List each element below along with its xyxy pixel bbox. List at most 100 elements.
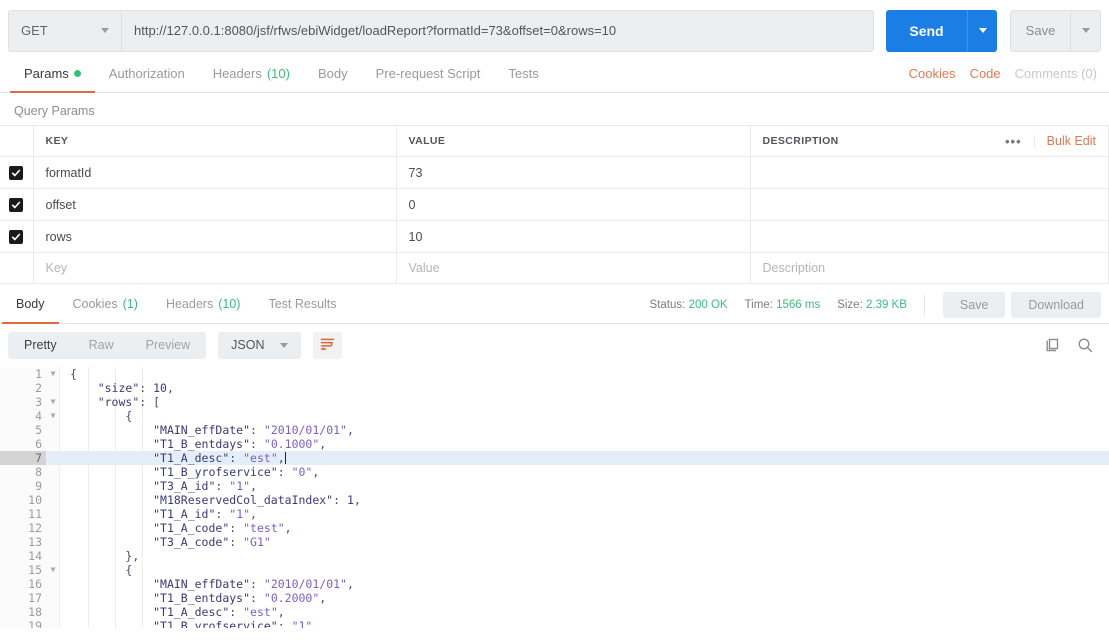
code-text: "T1_A_desc": "est", — [153, 451, 286, 465]
code-line[interactable]: 14 }, — [0, 549, 1109, 563]
tab-pre-request-script-label: Pre-request Script — [375, 66, 481, 81]
response-save-button[interactable]: Save — [942, 291, 1006, 318]
code-line[interactable]: 11 "T1_A_id": "1", — [0, 507, 1109, 521]
view-pretty-button[interactable]: Pretty — [8, 332, 73, 359]
code-line[interactable]: 15 ▼ { — [0, 563, 1109, 577]
code-line[interactable]: 8 "T1_B_yrofservice": "0", — [0, 465, 1109, 479]
line-number: 5 — [35, 423, 42, 437]
code-line[interactable]: 6 "T1_B_entdays": "0.1000", — [0, 437, 1109, 451]
code-text: "T1_B_entdays": "0.2000", — [153, 591, 327, 605]
url-input[interactable]: http://127.0.0.1:8080/jsf/rfws/ebiWidget… — [121, 9, 874, 52]
code-line[interactable]: 1 ▼ { — [0, 367, 1109, 381]
table-row-placeholder[interactable]: Key Value Description — [0, 252, 1109, 284]
search-icon[interactable] — [1077, 337, 1093, 353]
size-label: Size: — [837, 298, 863, 311]
fold-toggle-icon[interactable]: ▼ — [46, 367, 60, 381]
param-value[interactable]: 73 — [396, 156, 751, 189]
checkbox-checked-icon[interactable] — [9, 197, 24, 212]
code-link[interactable]: Code — [970, 66, 1001, 81]
code-line[interactable]: 2 "size": 10, — [0, 381, 1109, 395]
code-line[interactable]: 12 "T1_A_code": "test", — [0, 521, 1109, 535]
code-line[interactable]: 13 "T3_A_code": "G1" — [0, 535, 1109, 549]
chevron-down-icon — [1081, 28, 1090, 33]
response-format-select[interactable]: JSON — [218, 331, 302, 359]
response-tab-test-results[interactable]: Test Results — [254, 286, 350, 323]
code-line[interactable]: 4 ▼ { — [0, 409, 1109, 423]
param-description[interactable] — [750, 220, 1109, 253]
response-body-actions — [1045, 337, 1101, 353]
params-more-menu-button[interactable]: ••• — [993, 134, 1035, 148]
response-tab-body-label: Body — [16, 297, 45, 311]
view-raw-button[interactable]: Raw — [73, 332, 130, 359]
table-row[interactable]: rows 10 — [0, 220, 1109, 253]
row-checkbox-cell[interactable] — [0, 156, 34, 189]
response-body-code-viewer[interactable]: 1 ▼{2 "size": 10, 3 ▼ "rows": [4 ▼ {5 "MAIN_… — [0, 366, 1109, 628]
http-method-select[interactable]: GET — [8, 9, 121, 52]
checkbox-checked-icon[interactable] — [9, 229, 24, 244]
param-key[interactable]: rows — [33, 220, 397, 253]
fold-toggle-icon[interactable]: ▼ — [46, 395, 60, 409]
response-tab-test-results-label: Test Results — [268, 297, 337, 311]
checkbox-checked-icon[interactable] — [9, 165, 24, 180]
new-param-key-input[interactable]: Key — [33, 252, 397, 284]
save-options-button[interactable] — [1070, 9, 1101, 52]
code-line[interactable]: 16 "MAIN_effDate": "2010/01/01", — [0, 577, 1109, 591]
param-key[interactable]: offset — [33, 188, 397, 221]
tab-body[interactable]: Body — [304, 55, 362, 92]
view-preview-button[interactable]: Preview — [130, 332, 206, 359]
copy-icon[interactable] — [1045, 337, 1061, 353]
code-line[interactable]: 3 ▼ "rows": [ — [0, 395, 1109, 409]
code-line[interactable]: 5 "MAIN_effDate": "2010/01/01", — [0, 423, 1109, 437]
table-row[interactable]: formatId 73 — [0, 156, 1109, 189]
code-text: "T1_B_entdays": "0.1000", — [153, 437, 327, 451]
response-tab-headers[interactable]: Headers (10) — [152, 286, 254, 323]
param-description[interactable] — [750, 156, 1109, 189]
row-checkbox-cell[interactable] — [0, 220, 34, 253]
time-label: Time: — [744, 298, 773, 311]
line-number: 8 — [35, 465, 42, 479]
param-key[interactable]: formatId — [33, 156, 397, 189]
fold-toggle-icon[interactable]: ▼ — [46, 409, 60, 423]
row-checkbox-cell-empty[interactable] — [0, 252, 34, 284]
table-row[interactable]: offset 0 — [0, 188, 1109, 221]
tab-params[interactable]: Params — [10, 55, 95, 93]
code-line[interactable]: 9 "T3_A_id": "1", — [0, 479, 1109, 493]
response-tab-cookies[interactable]: Cookies (1) — [59, 286, 152, 323]
row-checkbox-cell[interactable] — [0, 188, 34, 221]
tab-tests[interactable]: Tests — [494, 55, 552, 92]
word-wrap-toggle[interactable] — [313, 331, 343, 359]
new-param-description-input[interactable]: Description — [750, 252, 1109, 284]
response-tab-headers-count: (10) — [218, 297, 241, 311]
param-value[interactable]: 10 — [396, 220, 751, 253]
code-text: { — [125, 563, 133, 577]
tab-authorization[interactable]: Authorization — [95, 55, 199, 92]
param-value[interactable]: 0 — [396, 188, 751, 221]
bulk-edit-button[interactable]: Bulk Edit — [1035, 134, 1108, 148]
response-view-switcher: Pretty Raw Preview — [8, 331, 207, 359]
response-tab-body[interactable]: Body — [2, 286, 59, 324]
tab-body-label: Body — [317, 66, 348, 81]
send-button[interactable]: Send — [886, 9, 967, 52]
code-text: "rows": [ — [97, 395, 161, 409]
response-meta: Status: 200 OK Time: 1566 ms Size: 2.39 … — [650, 286, 1109, 324]
response-download-button[interactable]: Download — [1011, 291, 1101, 318]
code-line[interactable]: 7 "T1_A_desc": "est", — [0, 451, 1109, 465]
send-options-button[interactable] — [967, 9, 997, 52]
fold-toggle-icon[interactable]: ▼ — [46, 563, 60, 577]
param-description[interactable] — [750, 188, 1109, 221]
save-button[interactable]: Save — [1010, 9, 1070, 52]
tab-pre-request-script[interactable]: Pre-request Script — [362, 55, 495, 92]
code-line[interactable]: 17 "T1_B_entdays": "0.2000", — [0, 591, 1109, 605]
code-line[interactable]: 10 "M18ReservedCol_dataIndex": 1, — [0, 493, 1109, 507]
new-param-value-input[interactable]: Value — [396, 252, 751, 284]
size-badge: Size: 2.39 KB — [837, 299, 907, 311]
code-line[interactable]: 19 "T1_B_yrofservice": "1", — [0, 619, 1109, 628]
request-tab-bar: Params Authorization Headers (10) Body P… — [0, 55, 1109, 93]
comments-link[interactable]: Comments (0) — [1015, 66, 1097, 81]
cookies-link[interactable]: Cookies — [909, 66, 956, 81]
tab-headers[interactable]: Headers (10) — [199, 55, 304, 92]
code-line[interactable]: 18 "T1_A_desc": "est", — [0, 605, 1109, 619]
